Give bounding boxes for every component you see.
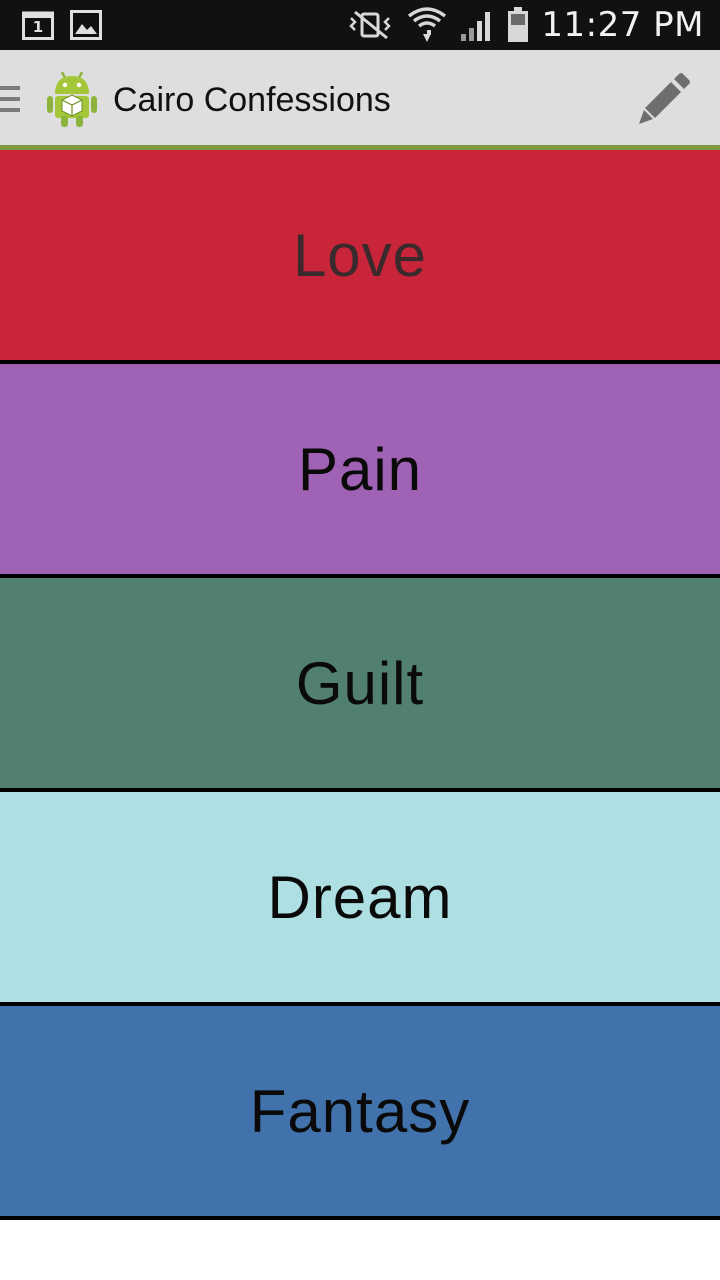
category-label: Dream <box>267 863 453 931</box>
clock-time: 11:27 PM <box>541 5 704 45</box>
category-label: Pain <box>297 435 423 503</box>
compose-button[interactable] <box>628 66 698 130</box>
calendar-day: 1 <box>32 18 44 36</box>
wifi-icon <box>407 6 447 44</box>
drawer-menu-icon[interactable] <box>0 84 22 114</box>
battery-icon <box>507 7 529 43</box>
category-love[interactable]: Love <box>0 150 720 360</box>
divider <box>0 1216 720 1220</box>
category-label: Fantasy <box>249 1077 471 1145</box>
gallery-icon <box>70 10 102 40</box>
category-guilt[interactable]: Guilt <box>0 578 720 788</box>
pencil-icon <box>635 70 691 126</box>
notification-icons: 1 <box>22 8 102 42</box>
category-pain[interactable]: Pain <box>0 364 720 574</box>
app-screen: 1 11:27 PM Cairo Confessions Love Pain G… <box>0 0 720 1280</box>
status-bar: 1 11:27 PM <box>0 0 720 50</box>
android-app-icon[interactable] <box>46 70 98 128</box>
category-label: Love <box>292 221 428 289</box>
system-indicators: 11:27 PM <box>347 6 704 44</box>
app-title: Cairo Confessions <box>113 81 391 119</box>
vibrate-mute-icon <box>347 8 395 42</box>
category-fantasy[interactable]: Fantasy <box>0 1006 720 1216</box>
category-label: Guilt <box>295 649 425 717</box>
signal-icon <box>459 8 495 42</box>
category-dream[interactable]: Dream <box>0 792 720 1002</box>
calendar-icon: 1 <box>22 10 54 40</box>
